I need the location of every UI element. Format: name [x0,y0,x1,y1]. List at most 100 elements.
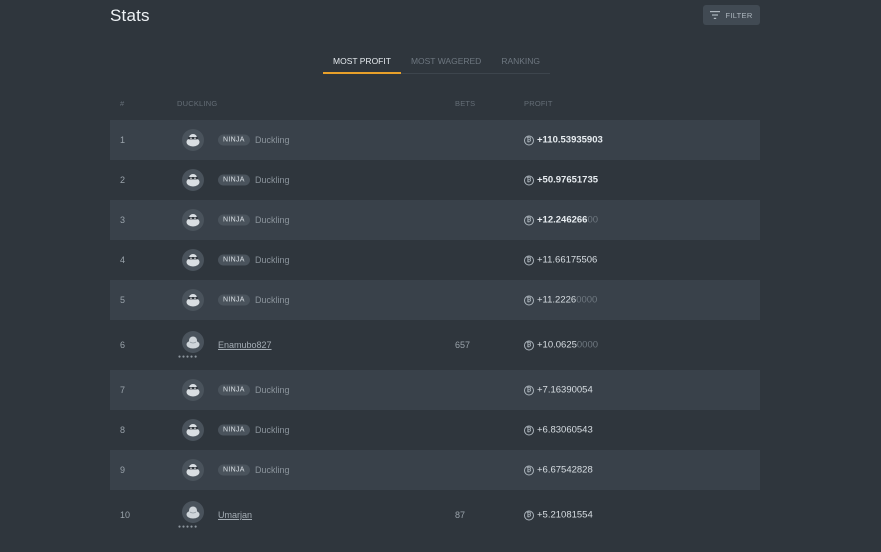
duck-avatar-icon [186,506,200,519]
page-title: Stats [110,6,150,25]
avatar[interactable] [182,419,204,441]
row-name: Duckling [255,175,290,185]
ninja-badge: NINJA [218,134,250,146]
avatar[interactable] [182,289,204,311]
ninja-badge: NINJA [218,384,250,396]
row-rank: 5 [120,295,126,305]
row-profit: ₿ +5.21081554 [524,510,593,521]
filter-icon [710,11,721,19]
row-bets: 657 [455,340,471,350]
avatar[interactable] [182,379,204,401]
bitcoin-icon: ₿ [524,510,534,520]
avatar[interactable] [182,459,204,481]
row-rank: 3 [120,215,126,225]
row-profit: ₿ +110.53935903 [524,135,603,146]
tab-most-profit[interactable]: MOST PROFIT [323,52,401,74]
filter-label: FILTER [725,10,753,20]
row-name: Duckling [255,255,290,265]
profit-value: +6.67542828 [537,464,593,476]
ninja-badge: NINJA [218,174,250,186]
row-profit: ₿ +7.16390054 [524,385,593,396]
profit-value: +110.53935903 [537,134,603,146]
profit-trailing-zeros: 0000 [576,294,598,306]
ninja-badge: NINJA [218,424,250,436]
username-link[interactable]: Umarjan [218,510,252,520]
profit-value: +11.2226 [537,294,577,306]
bitcoin-icon: ₿ [524,425,534,435]
ninja-badge: NINJA [218,294,250,306]
stats-tabs: MOST PROFIT MOST WAGERED RANKING [323,52,551,74]
table-row: 4 NINJA Duckling ₿ +11.66175506 [110,240,760,280]
filter-button[interactable]: FILTER [703,5,760,25]
row-name: Duckling [255,295,290,305]
bitcoin-icon: ₿ [524,255,534,265]
avatar[interactable] [182,129,204,151]
table-row: 1 NINJA Duckling ₿ +110.53935903 [110,120,760,160]
table-row: 5 NINJA Duckling ₿ +11.22260000 [110,280,760,320]
table-row: 10 ●●●●● Umarjan 87 ₿ +5.21081554 [110,490,760,540]
duck-avatar-icon [186,214,200,227]
header-profit: PROFIT [524,99,553,108]
row-name: Duckling [255,425,290,435]
row-rank: 10 [120,510,131,520]
row-rank: 2 [120,175,126,185]
duck-avatar-icon [186,294,200,307]
row-profit: ₿ +11.22260000 [524,295,597,306]
avatar[interactable] [182,169,204,191]
profit-value: +50.97651735 [537,174,599,186]
duck-avatar-icon [186,254,200,267]
profit-value: +10.0625 [537,339,577,351]
bitcoin-icon: ₿ [524,135,534,145]
ninja-badge: NINJA [218,214,250,226]
row-profit: ₿ +50.97651735 [524,175,598,186]
level-stars-icon: ●●●●● [178,354,199,360]
bitcoin-icon: ₿ [524,295,534,305]
row-rank: 7 [120,385,126,395]
table-header: # DUCKLING BETS PROFIT [110,99,760,111]
avatar[interactable] [182,501,204,523]
duck-avatar-icon [186,464,200,477]
ninja-badge: NINJA [218,464,250,476]
ninja-badge: NINJA [218,254,250,266]
duck-avatar-icon [186,336,200,349]
profit-value: +5.21081554 [537,509,593,521]
row-profit: ₿ +6.67542828 [524,465,593,476]
avatar[interactable] [182,331,204,353]
row-rank: 6 [120,340,126,350]
header-bets: BETS [455,99,476,108]
duck-avatar-icon [186,134,200,147]
duck-avatar-icon [186,424,200,437]
row-profit: ₿ +10.06250000 [524,340,598,351]
profit-trailing-zeros: 00 [587,214,599,226]
table-row: 7 NINJA Duckling ₿ +7.16390054 [110,370,760,410]
stats-table: 1 NINJA Duckling ₿ +110.53935903 2 NINJA Duc… [110,120,760,540]
tab-most-wagered[interactable]: MOST WAGERED [400,52,492,74]
profit-value: +6.83060543 [537,424,593,436]
bitcoin-icon: ₿ [524,215,534,225]
table-row: 9 NINJA Duckling ₿ +6.67542828 [110,450,760,490]
row-rank: 4 [120,255,126,265]
duck-avatar-icon [186,384,200,397]
row-name: Duckling [255,385,290,395]
row-rank: 1 [120,135,126,145]
level-stars-icon: ●●●●● [178,524,199,530]
row-profit: ₿ +6.83060543 [524,425,593,436]
tab-ranking[interactable]: RANKING [491,52,551,74]
bitcoin-icon: ₿ [524,385,534,395]
row-bets: 87 [455,510,466,520]
avatar[interactable] [182,209,204,231]
username-link[interactable]: Enamubo827 [218,340,272,350]
row-name: Duckling [255,215,290,225]
table-row: 2 NINJA Duckling ₿ +50.97651735 [110,160,760,200]
row-rank: 8 [120,425,126,435]
table-row: 6 ●●●●● Enamubo827 657 ₿ +10.06250000 [110,320,760,370]
bitcoin-icon: ₿ [524,465,534,475]
row-profit: ₿ +12.24626600 [524,215,598,226]
header-rank: # [120,99,125,108]
row-rank: 9 [120,465,126,475]
profit-value: +12.246266 [537,214,588,226]
duck-avatar-icon [186,174,200,187]
profit-value: +7.16390054 [537,384,593,396]
table-row: 3 NINJA Duckling ₿ +12.24626600 [110,200,760,240]
avatar[interactable] [182,249,204,271]
